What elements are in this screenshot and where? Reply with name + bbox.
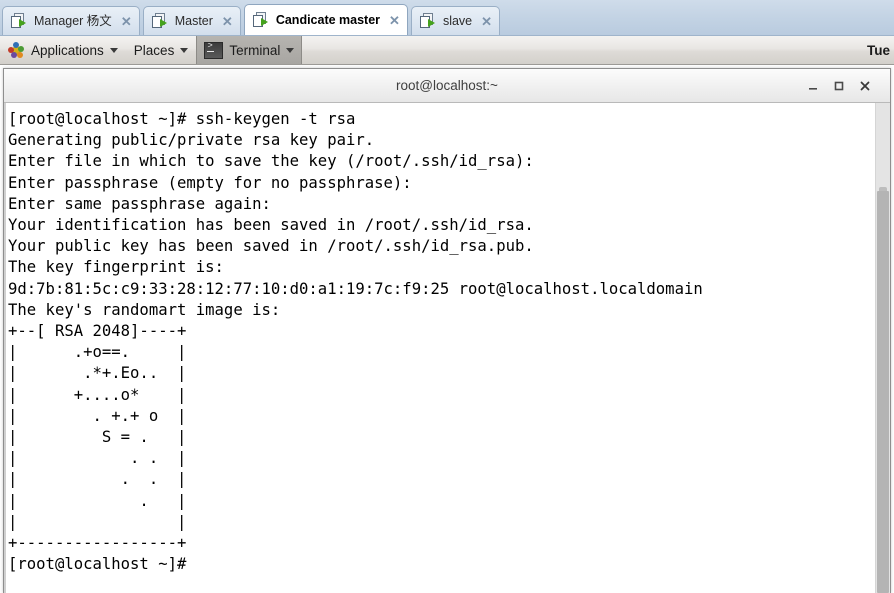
tab-close-icon[interactable]: ✕ — [481, 15, 492, 28]
window-play-icon — [11, 13, 28, 29]
randomart-line: | | — [8, 512, 187, 531]
close-icon[interactable] — [852, 74, 878, 98]
window-play-icon — [252, 12, 270, 28]
randomart-line: | . +.+ o | — [8, 406, 187, 425]
gnome-foot-icon — [8, 41, 25, 59]
browser-tab-2-active[interactable]: Candicate master ✕ — [243, 4, 408, 35]
chevron-down-icon — [109, 47, 118, 53]
taskbar-item-terminal[interactable]: Terminal — [196, 36, 303, 64]
terminal-prompt-line: [root@localhost ~]# — [8, 555, 196, 574]
randomart-line: | .*+.Eo.. | — [8, 364, 187, 383]
window-controls — [800, 74, 890, 98]
randomart-line: | . . | — [8, 470, 187, 489]
randomart-line: +-----------------+ — [8, 534, 187, 553]
terminal-line: [root@localhost ~]# ssh-keygen -t rsa — [8, 110, 356, 128]
window-play-icon — [419, 13, 437, 29]
tab-close-icon[interactable]: ✕ — [121, 15, 132, 28]
tab-close-icon[interactable]: ✕ — [222, 15, 233, 28]
browser-tab-label: slave — [442, 13, 473, 28]
terminal-line: Enter file in which to save the key (/ro… — [8, 152, 544, 171]
menu-places-label: Places — [133, 42, 175, 58]
terminal-screen[interactable]: [root@localhost ~]# ssh-keygen -t rsa Ge… — [4, 103, 875, 593]
randomart-line: | . . | — [8, 449, 187, 468]
browser-tab-3[interactable]: slave ✕ — [410, 6, 501, 35]
terminal-body: [root@localhost ~]# ssh-keygen -t rsa Ge… — [4, 103, 890, 593]
terminal-line: Your identification has been saved in /r… — [8, 216, 534, 235]
browser-tab-label: Candicate master — [275, 12, 381, 27]
browser-tab-1[interactable]: Master ✕ — [142, 6, 241, 35]
randomart-line: +--[ RSA 2048]----+ — [8, 322, 187, 341]
terminal-line: The key's randomart image is: — [8, 300, 281, 319]
browser-tab-0[interactable]: Manager 杨文 ✕ — [2, 6, 140, 35]
randomart-line: | +....o* | — [8, 385, 187, 404]
browser-tab-label: Manager 杨文 — [34, 13, 112, 28]
scrollbar-thumb[interactable] — [877, 187, 889, 593]
window-play-icon — [151, 13, 169, 29]
terminal-icon — [204, 41, 224, 59]
chevron-down-icon — [286, 47, 295, 53]
menu-applications-label: Applications — [31, 42, 104, 58]
menu-applications[interactable]: Applications — [0, 36, 126, 64]
randomart-line: | . | — [8, 491, 187, 510]
randomart-line: | .+o==. | — [8, 343, 187, 362]
terminal-scrollbar[interactable] — [875, 103, 890, 593]
terminal-line: The key fingerprint is: — [8, 258, 224, 277]
menu-places[interactable]: Places — [126, 36, 197, 64]
randomart-line: | S = . | — [8, 428, 187, 447]
taskbar-item-label: Terminal — [229, 42, 281, 58]
minimize-icon[interactable] — [800, 74, 826, 98]
browser-tab-bar: Manager 杨文 ✕ Master ✕ Candicate master ✕… — [0, 0, 894, 36]
tab-close-icon[interactable]: ✕ — [389, 14, 400, 27]
terminal-window: root@localhost:~ [root@localhost ~]# ssh… — [3, 68, 891, 593]
window-title: root@localhost:~ — [396, 77, 498, 93]
terminal-line: Enter same passphrase again: — [8, 194, 281, 213]
terminal-line: Your public key has been saved in /root/… — [8, 237, 534, 256]
terminal-line-fingerprint: 9d:7b:81:5c:c9:33:28:12:77:10:d0:a1:19:7… — [8, 279, 703, 298]
terminal-line: Generating public/private rsa key pair. — [8, 131, 375, 150]
terminal-line: Enter passphrase (empty for no passphras… — [8, 173, 422, 192]
maximize-icon[interactable] — [826, 74, 852, 98]
desktop-panel: Applications Places Terminal Tue — [0, 36, 894, 65]
chevron-down-icon — [180, 47, 189, 53]
panel-clock[interactable]: Tue — [867, 43, 894, 58]
browser-tab-label: Master — [174, 13, 213, 28]
window-titlebar[interactable]: root@localhost:~ — [4, 69, 890, 103]
